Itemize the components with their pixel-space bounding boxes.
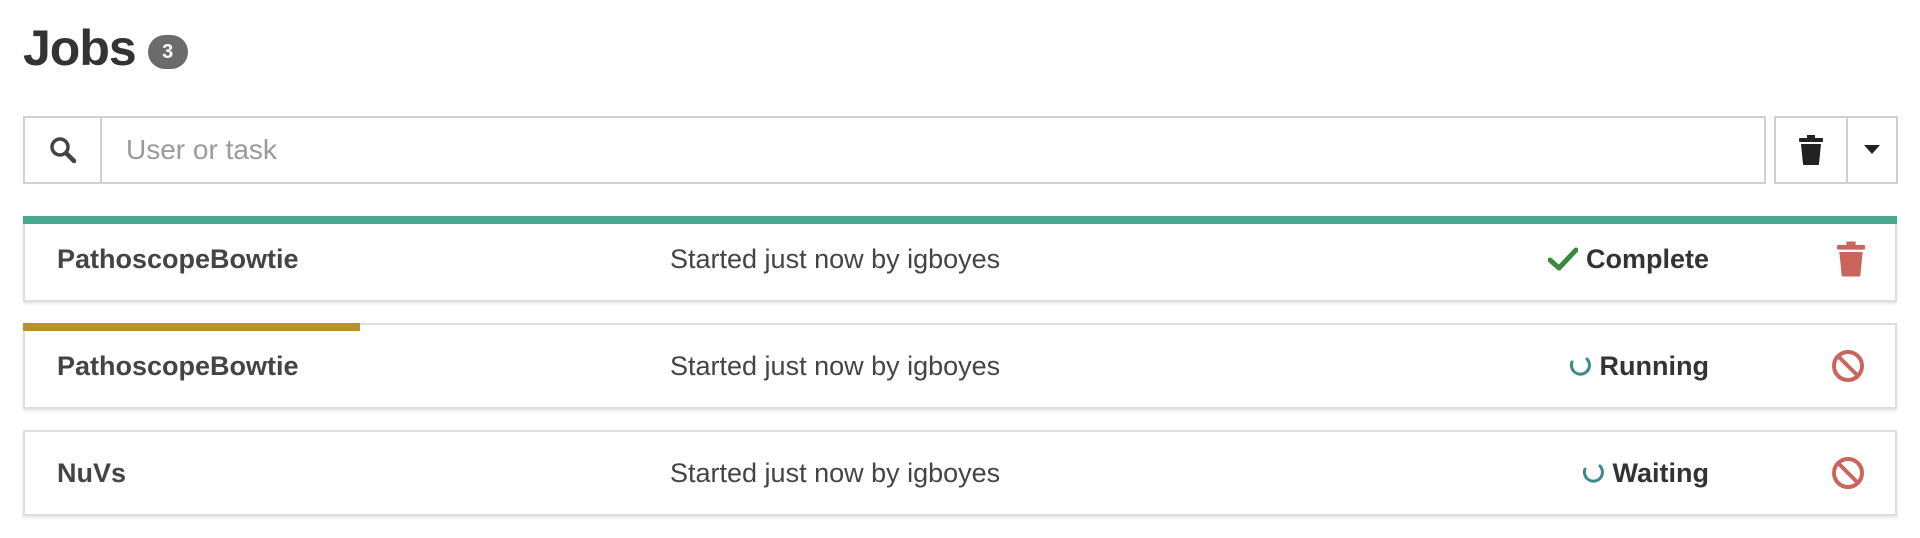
remove-job-button[interactable] xyxy=(1837,218,1865,300)
check-icon xyxy=(1547,247,1578,271)
ban-icon xyxy=(1832,350,1864,382)
job-count-badge: 3 xyxy=(147,35,188,69)
search-input[interactable] xyxy=(102,118,1764,182)
job-task-name: PathoscopeBowtie xyxy=(57,350,299,381)
spinner-icon xyxy=(1582,464,1604,483)
search-icon xyxy=(49,137,76,164)
job-started-by: Started just now by igboyes xyxy=(670,350,1001,381)
job-item[interactable]: PathoscopeBowtie Started just now by igb… xyxy=(23,216,1897,302)
ban-icon xyxy=(1832,457,1864,489)
job-status: Running xyxy=(1568,325,1709,407)
clear-options-dropdown[interactable] xyxy=(1848,118,1896,182)
job-item[interactable]: NuVs Started just now by igboyes Waiting xyxy=(23,430,1897,516)
job-item[interactable]: PathoscopeBowtie Started just now by igb… xyxy=(23,323,1897,409)
job-status: Complete xyxy=(1547,218,1709,300)
job-status-label: Complete xyxy=(1585,243,1709,274)
clear-jobs-button[interactable] xyxy=(1776,118,1848,182)
cancel-job-button[interactable] xyxy=(1831,432,1865,514)
spinner-icon xyxy=(1569,357,1591,376)
cancel-job-button[interactable] xyxy=(1831,325,1865,407)
job-started-by: Started just now by igboyes xyxy=(670,243,1001,274)
page-title: Jobs xyxy=(23,20,137,76)
job-status: Waiting xyxy=(1581,432,1709,514)
job-started-by: Started just now by igboyes xyxy=(670,457,1001,488)
job-task-name: PathoscopeBowtie xyxy=(57,243,299,274)
trash-icon xyxy=(1799,135,1823,165)
page-header: Jobs 3 xyxy=(23,18,188,78)
job-task-name: NuVs xyxy=(57,457,127,488)
jobs-toolbar xyxy=(23,116,1898,184)
job-status-label: Running xyxy=(1599,350,1709,381)
trash-icon xyxy=(1837,241,1865,277)
search-group xyxy=(23,116,1766,184)
search-addon xyxy=(25,118,102,182)
toolbar-button-group xyxy=(1774,116,1898,184)
caret-down-icon xyxy=(1864,145,1880,154)
job-status-label: Waiting xyxy=(1612,457,1709,488)
